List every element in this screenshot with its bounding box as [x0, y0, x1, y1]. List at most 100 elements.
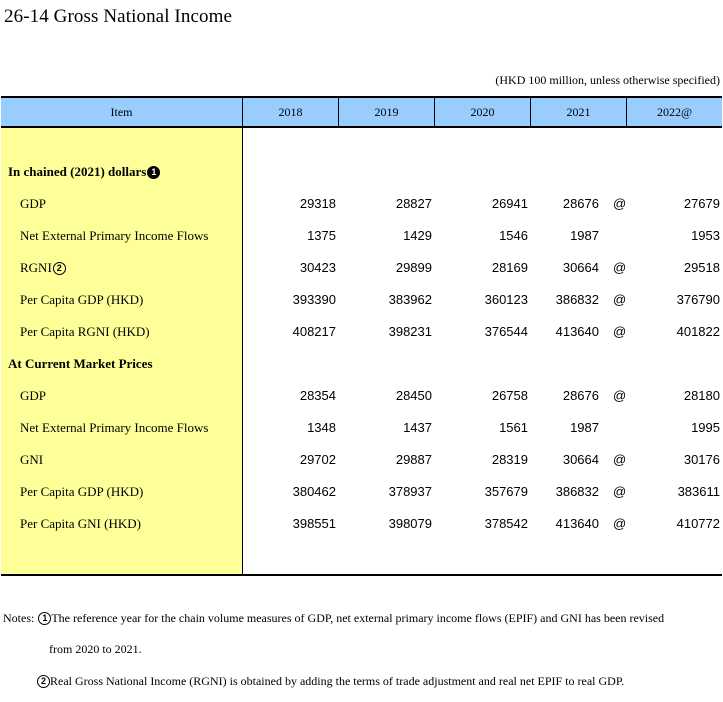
value-cell: 30176: [683, 452, 720, 467]
row-label-text: Per Capita GDP (HKD): [20, 484, 144, 499]
table-row: Per Capita GDP (HKD) 380462 378937 357679 38…: [1, 476, 722, 508]
note-2-marker: 2: [37, 675, 50, 688]
revision-flag: @: [613, 260, 627, 275]
table-row: Per Capita GDP (HKD) 393390 383962 360123 38…: [1, 284, 722, 316]
value-cell: 1987: [570, 228, 599, 243]
footnote-marker: 2: [52, 262, 66, 275]
row-label-text: Net External Primary Income Flows: [20, 228, 209, 243]
value-cell: 28676: [562, 388, 599, 403]
table-row: Per Capita RGNI (HKD) 408217 398231 376544 4…: [1, 316, 722, 348]
row-label: Per Capita RGNI (HKD): [20, 316, 150, 348]
table-row: Net External Primary Income Flows 1375 142…: [1, 220, 722, 252]
note-1-text-line1: The reference year for the chain volume …: [51, 611, 665, 625]
row-label-text: GNI: [20, 452, 44, 467]
value-cell: 28180: [683, 388, 720, 403]
row-label: Per Capita GNI (HKD): [20, 508, 141, 540]
value-cell: 408217: [292, 324, 336, 339]
section-label: At Current Market Prices: [8, 348, 153, 380]
table-row: GDP 28354 28450 26758 28676 28180 @: [1, 380, 722, 412]
row-label: GDP: [20, 380, 46, 412]
row-label: Net External Primary Income Flows: [20, 220, 208, 252]
notes-prefix: Notes:: [3, 611, 35, 625]
value-cell: 393390: [292, 292, 336, 307]
header-year-2021: 2021: [530, 98, 626, 128]
table-header: Item 2018 2019 2020 2021 2022@: [1, 96, 722, 128]
section-label-text: At Current Market Prices: [8, 356, 153, 371]
table-body: In chained (2021) dollars 1 GDP 29318 28827 2…: [1, 126, 722, 576]
value-cell: 29887: [395, 452, 432, 467]
value-cell: 28676: [562, 196, 599, 211]
gni-table: Item 2018 2019 2020 2021 2022@ In chaine…: [1, 96, 722, 576]
value-cell: 1995: [691, 420, 720, 435]
section-row: At Current Market Prices: [1, 348, 722, 380]
revision-flag: @: [613, 196, 627, 211]
value-cell: 413640: [555, 324, 599, 339]
row-label: Per Capita GDP (HKD): [20, 476, 143, 508]
row-label: Per Capita GDP (HKD): [20, 284, 143, 316]
value-cell: 1953: [691, 228, 720, 243]
value-cell: 398231: [388, 324, 432, 339]
value-cell: 386832: [555, 292, 599, 307]
value-cell: 30423: [299, 260, 336, 275]
row-label-text: Net External Primary Income Flows: [20, 420, 209, 435]
value-cell: 376790: [676, 292, 720, 307]
revision-flag: @: [613, 484, 627, 499]
value-cell: 410772: [676, 516, 720, 531]
value-cell: 27679: [683, 196, 720, 211]
value-cell: 1429: [403, 228, 432, 243]
revision-flag: @: [613, 516, 627, 531]
value-cell: 398079: [388, 516, 432, 531]
revision-flag: @: [613, 388, 627, 403]
note-1-marker: 1: [38, 612, 52, 625]
revision-flag: @: [613, 292, 627, 307]
value-cell: 380462: [292, 484, 336, 499]
row-label-text: GDP: [20, 196, 47, 211]
table-row: RGNI 2 30423 29899 28169 30664 29518 @: [1, 252, 722, 284]
table-row: GDP 29318 28827 26941 28676 27679 @: [1, 188, 722, 220]
page-title: 26-14 Gross National Income: [4, 6, 233, 27]
header-year-2019: 2019: [338, 98, 434, 128]
value-cell: 29318: [299, 196, 336, 211]
table-row: GNI 29702 29887 28319 30664 30176 @: [1, 444, 722, 476]
section-label: In chained (2021) dollars 1: [8, 156, 161, 188]
row-label-text: GDP: [20, 388, 47, 403]
header-year-2018: 2018: [242, 98, 338, 128]
value-cell: 383611: [677, 484, 720, 499]
value-cell: 30664: [562, 260, 599, 275]
revision-flag: @: [613, 324, 627, 339]
note-2-text: Real Gross National Income (RGNI) is obt…: [50, 674, 625, 688]
section-label-text: In chained (2021) dollars: [8, 164, 147, 179]
unit-note: (HKD 100 million, unless otherwise speci…: [495, 73, 720, 87]
table-row: Net External Primary Income Flows 1348 143…: [1, 412, 722, 444]
header-year-2022: 2022@: [626, 98, 722, 128]
value-cell: 378937: [388, 484, 432, 499]
header-year-2020: 2020: [434, 98, 530, 128]
table-row: Per Capita GNI (HKD) 398551 398079 378542 41…: [1, 508, 722, 540]
value-cell: 1987: [570, 420, 599, 435]
value-cell: 28450: [395, 388, 432, 403]
section-row: In chained (2021) dollars 1: [1, 156, 722, 188]
row-label: GDP: [20, 188, 46, 220]
revision-flag: @: [613, 452, 627, 467]
note-1: Notes: 1 The reference year for the chain…: [3, 611, 664, 626]
value-cell: 1375: [307, 228, 336, 243]
value-cell: 401822: [676, 324, 720, 339]
value-cell: 1348: [307, 420, 336, 435]
row-label: RGNI 2: [20, 252, 66, 284]
value-cell: 30664: [562, 452, 599, 467]
row-label: Net External Primary Income Flows: [20, 412, 208, 444]
row-label-text: RGNI: [20, 260, 52, 275]
value-cell: 413640: [555, 516, 599, 531]
footnote-marker: 1: [147, 166, 161, 179]
value-cell: 29518: [683, 260, 720, 275]
value-cell: 28827: [395, 196, 432, 211]
row-label-text: Per Capita GNI (HKD): [20, 516, 141, 531]
row-label-text: Per Capita GDP (HKD): [20, 292, 144, 307]
header-item: Item: [110, 105, 133, 119]
value-cell: 386832: [555, 484, 599, 499]
value-cell: 29702: [299, 452, 336, 467]
value-cell: 1437: [403, 420, 432, 435]
value-cell: 28354: [299, 388, 336, 403]
value-cell: 29899: [395, 260, 432, 275]
row-label: GNI: [20, 444, 43, 476]
